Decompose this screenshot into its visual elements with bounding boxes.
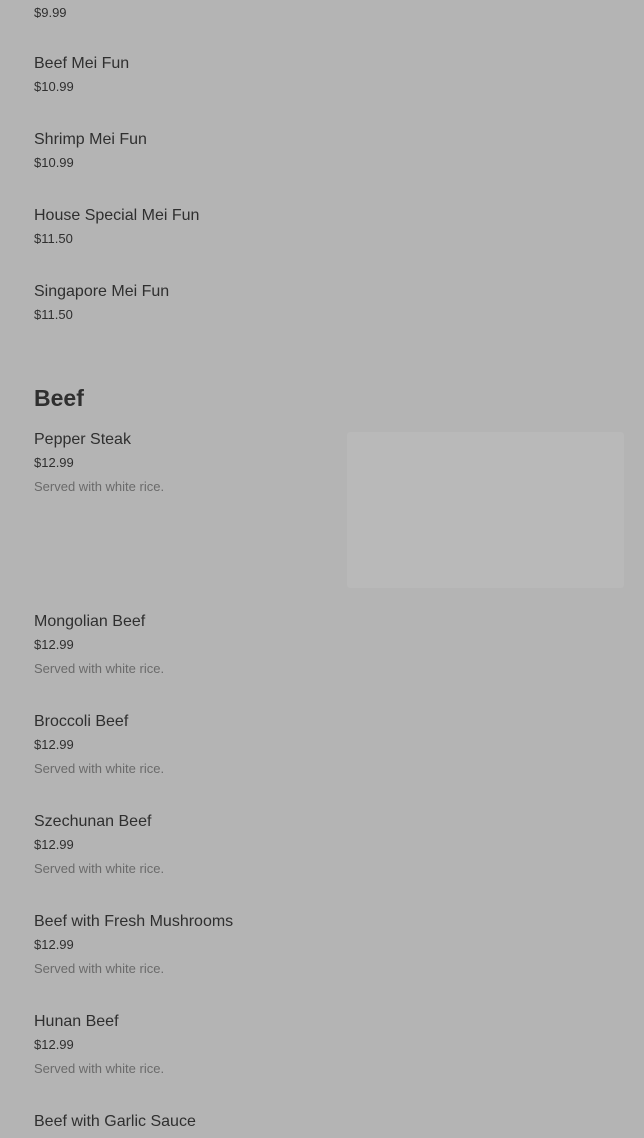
menu-item-description: Served with white rice.: [34, 1061, 165, 1076]
menu-item-name: Shrimp Mei Fun: [34, 131, 147, 148]
menu-item-price: $10.99: [34, 155, 74, 170]
menu-item-name: Beef with Garlic Sauce: [34, 1113, 196, 1130]
menu-item-description: Served with white rice.: [34, 479, 165, 494]
menu-item-price: $12.99: [34, 837, 74, 852]
menu-item-beef-with-garlic-sauce[interactable]: Beef with Garlic Sauce: [34, 1112, 196, 1132]
menu-item-broccoli-beef[interactable]: Broccoli Beef $12.99 Served with white r…: [34, 712, 164, 777]
menu-item-price: $12.99: [34, 637, 74, 652]
menu-item-price: $11.50: [34, 231, 73, 246]
menu-item-mongolian-beef[interactable]: Mongolian Beef $12.99 Served with white …: [34, 612, 164, 677]
menu-item-price: $11.50: [34, 307, 73, 322]
menu-item-name: Pepper Steak: [34, 431, 131, 448]
menu-item-price: $9.99: [34, 5, 67, 20]
section-heading-beef: Beef: [34, 385, 84, 411]
menu-item-description: Served with white rice.: [34, 661, 165, 676]
menu-item-szechunan-beef[interactable]: Szechunan Beef $12.99 Served with white …: [34, 812, 164, 877]
menu-item-name: Beef Mei Fun: [34, 55, 130, 72]
menu-item-name: Singapore Mei Fun: [34, 283, 170, 300]
menu-item-name: Beef with Fresh Mushrooms: [34, 913, 234, 930]
menu-item-name: Hunan Beef: [34, 1013, 119, 1030]
menu-item-house-special-mei-fun[interactable]: House Special Mei Fun $11.50: [34, 206, 199, 247]
menu-item-name: Mongolian Beef: [34, 613, 146, 630]
menu-item-beef-mei-fun[interactable]: Beef Mei Fun $10.99: [34, 54, 129, 95]
menu-item-price: $12.99: [34, 737, 74, 752]
menu-item-shrimp-mei-fun[interactable]: Shrimp Mei Fun $10.99: [34, 130, 147, 171]
menu-page: $9.99 Beef Mei Fun $10.99 Shrimp Mei Fun…: [0, 0, 644, 1138]
menu-item-image-placeholder[interactable]: [347, 432, 624, 588]
menu-item-price: $12.99: [34, 1037, 74, 1052]
menu-item-description: Served with white rice.: [34, 961, 165, 976]
menu-item-pepper-steak[interactable]: Pepper Steak $12.99 Served with white ri…: [34, 430, 164, 495]
menu-item-price: $10.99: [34, 79, 74, 94]
menu-item-price: $12.99: [34, 937, 74, 952]
menu-item-description: Served with white rice.: [34, 761, 165, 776]
menu-item-beef-with-fresh-mushrooms[interactable]: Beef with Fresh Mushrooms $12.99 Served …: [34, 912, 233, 977]
menu-item-description: Served with white rice.: [34, 861, 165, 876]
menu-item-hunan-beef[interactable]: Hunan Beef $12.99 Served with white rice…: [34, 1012, 164, 1077]
menu-item-singapore-mei-fun[interactable]: Singapore Mei Fun $11.50: [34, 282, 169, 323]
menu-item-name: House Special Mei Fun: [34, 207, 200, 224]
menu-item-name: Broccoli Beef: [34, 713, 129, 730]
menu-item-name: Szechunan Beef: [34, 813, 152, 830]
menu-item-price: $12.99: [34, 455, 74, 470]
